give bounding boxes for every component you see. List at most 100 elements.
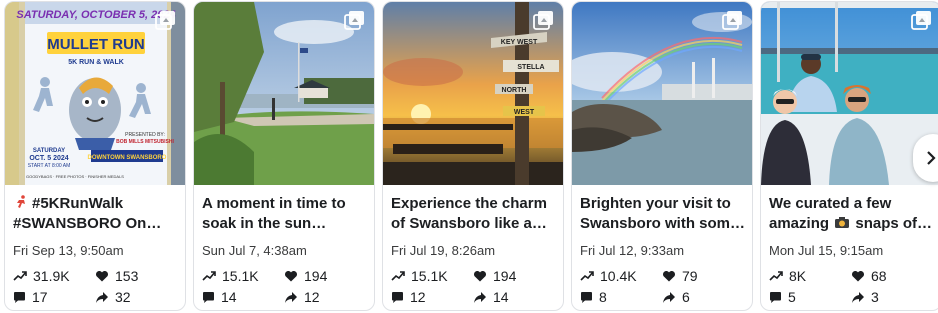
likes-stat: 153 [95, 268, 138, 284]
poster-where: DOWNTOWN SWANSBORO [88, 155, 167, 161]
poster-title: MULLET RUN [47, 36, 145, 53]
post-caption[interactable]: #5KRunWalk #SWANSBORO On… [13, 194, 179, 234]
comments-stat: 8 [580, 289, 607, 305]
caption-text: #5KRunWalk #SWANSBORO On… [13, 195, 162, 232]
views-count: 15.1K [411, 268, 448, 284]
post-thumbnail[interactable] [761, 2, 938, 185]
shares-count: 12 [304, 289, 320, 305]
post-card[interactable]: KEY WEST STELLA NORTH WEST Experience th… [382, 1, 564, 311]
post-card[interactable]: A moment in time to soak in the sun… Sun… [193, 1, 375, 311]
running-person-icon [17, 195, 25, 208]
poster-perks: GOODYBAGS · FREE PHOTOS · FINISHER MEDAL… [26, 174, 124, 179]
comments-stat: 14 [202, 289, 237, 305]
heart-icon [851, 270, 865, 282]
caption-text-end: snaps of… [851, 215, 933, 232]
post-caption[interactable]: We curated a few amazing snaps of… [769, 194, 935, 234]
likes-count: 79 [682, 268, 698, 284]
shares-stat: 6 [662, 289, 690, 305]
trend-up-icon [769, 271, 783, 281]
camera-icon [835, 217, 850, 228]
post-thumbnail[interactable] [572, 2, 752, 185]
heart-icon [662, 270, 676, 282]
shares-count: 32 [115, 289, 131, 305]
post-stats: 15.1K 194 12 14 [391, 268, 559, 308]
photo-gallery-icon [344, 11, 364, 30]
post-carousel: SATURDAY, OCTOBER 5, 2024 MULLET RUN 5K … [0, 0, 938, 313]
post-date: Sun Jul 7, 4:38am [202, 243, 307, 258]
comments-stat: 5 [769, 289, 796, 305]
carousel-next-button[interactable] [913, 134, 938, 182]
likes-stat: 194 [473, 268, 516, 284]
photo-gallery-icon [155, 11, 175, 30]
share-arrow-icon [474, 291, 486, 303]
share-arrow-icon [663, 291, 675, 303]
share-arrow-icon [852, 291, 864, 303]
post-thumbnail[interactable] [194, 2, 374, 185]
comments-count: 5 [788, 289, 796, 305]
likes-stat: 194 [284, 268, 327, 284]
trend-up-icon [202, 271, 216, 281]
photo-gallery-icon [533, 11, 553, 30]
post-thumbnail[interactable]: SATURDAY, OCTOBER 5, 2024 MULLET RUN 5K … [5, 2, 185, 185]
likes-count: 68 [871, 268, 887, 284]
post-stats: 31.9K 153 17 32 [13, 268, 181, 308]
comments-stat: 17 [13, 289, 48, 305]
post-stats: 8K 68 5 3 [769, 268, 937, 308]
post-card[interactable]: We curated a few amazing snaps of… Mon J… [760, 1, 938, 311]
post-date: Fri Jul 19, 8:26am [391, 243, 496, 258]
post-thumbnail[interactable]: KEY WEST STELLA NORTH WEST [383, 2, 563, 185]
comment-icon [581, 291, 592, 303]
shares-stat: 32 [95, 289, 131, 305]
post-card[interactable]: Brighten your visit to Swansboro with so… [571, 1, 753, 311]
comment-icon [14, 291, 25, 303]
trend-up-icon [391, 271, 405, 281]
share-arrow-icon [285, 291, 297, 303]
comments-count: 8 [599, 289, 607, 305]
post-stats: 15.1K 194 14 12 [202, 268, 370, 308]
views-stat: 10.4K [580, 268, 637, 284]
share-arrow-icon [96, 291, 108, 303]
post-card[interactable]: SATURDAY, OCTOBER 5, 2024 MULLET RUN 5K … [4, 1, 186, 311]
shares-stat: 12 [284, 289, 320, 305]
shares-count: 14 [493, 289, 509, 305]
post-date: Mon Jul 15, 9:15am [769, 243, 884, 258]
shares-stat: 14 [473, 289, 509, 305]
trend-up-icon [580, 271, 594, 281]
views-count: 8K [789, 268, 807, 284]
poster-date-line: SATURDAY, OCTOBER 5, 2024 [16, 9, 175, 21]
poster-when-2: OCT. 5 2024 [29, 155, 68, 162]
views-count: 15.1K [222, 268, 259, 284]
shares-count: 6 [682, 289, 690, 305]
shares-stat: 3 [851, 289, 879, 305]
likes-stat: 79 [662, 268, 698, 284]
comment-icon [203, 291, 214, 303]
shares-count: 3 [871, 289, 879, 305]
comments-stat: 12 [391, 289, 426, 305]
photo-gallery-icon [911, 11, 931, 30]
comments-count: 14 [221, 289, 237, 305]
likes-stat: 68 [851, 268, 887, 284]
comments-count: 17 [32, 289, 48, 305]
heart-icon [95, 270, 109, 282]
poster-sponsor: BOB MILLS MITSUBISHI [116, 139, 174, 145]
sign-west: WEST [514, 109, 535, 116]
comment-icon [392, 291, 403, 303]
views-count: 31.9K [33, 268, 70, 284]
post-caption[interactable]: Experience the charm of Swansboro like a… [391, 194, 557, 234]
sign-key-west: KEY WEST [501, 39, 538, 46]
photo-gallery-icon [722, 11, 742, 30]
sign-north: NORTH [502, 87, 527, 94]
views-stat: 15.1K [202, 268, 259, 284]
post-caption[interactable]: Brighten your visit to Swansboro with so… [580, 194, 746, 234]
heart-icon [284, 270, 298, 282]
likes-count: 194 [304, 268, 328, 284]
comment-icon [770, 291, 781, 303]
views-stat: 31.9K [13, 268, 70, 284]
poster-subtitle: 5K RUN & WALK [68, 59, 124, 66]
views-count: 10.4K [600, 268, 637, 284]
heart-icon [473, 270, 487, 282]
post-caption[interactable]: A moment in time to soak in the sun… [202, 194, 368, 234]
comments-count: 12 [410, 289, 426, 305]
views-stat: 15.1K [391, 268, 448, 284]
post-date: Fri Sep 13, 9:50am [13, 243, 124, 258]
